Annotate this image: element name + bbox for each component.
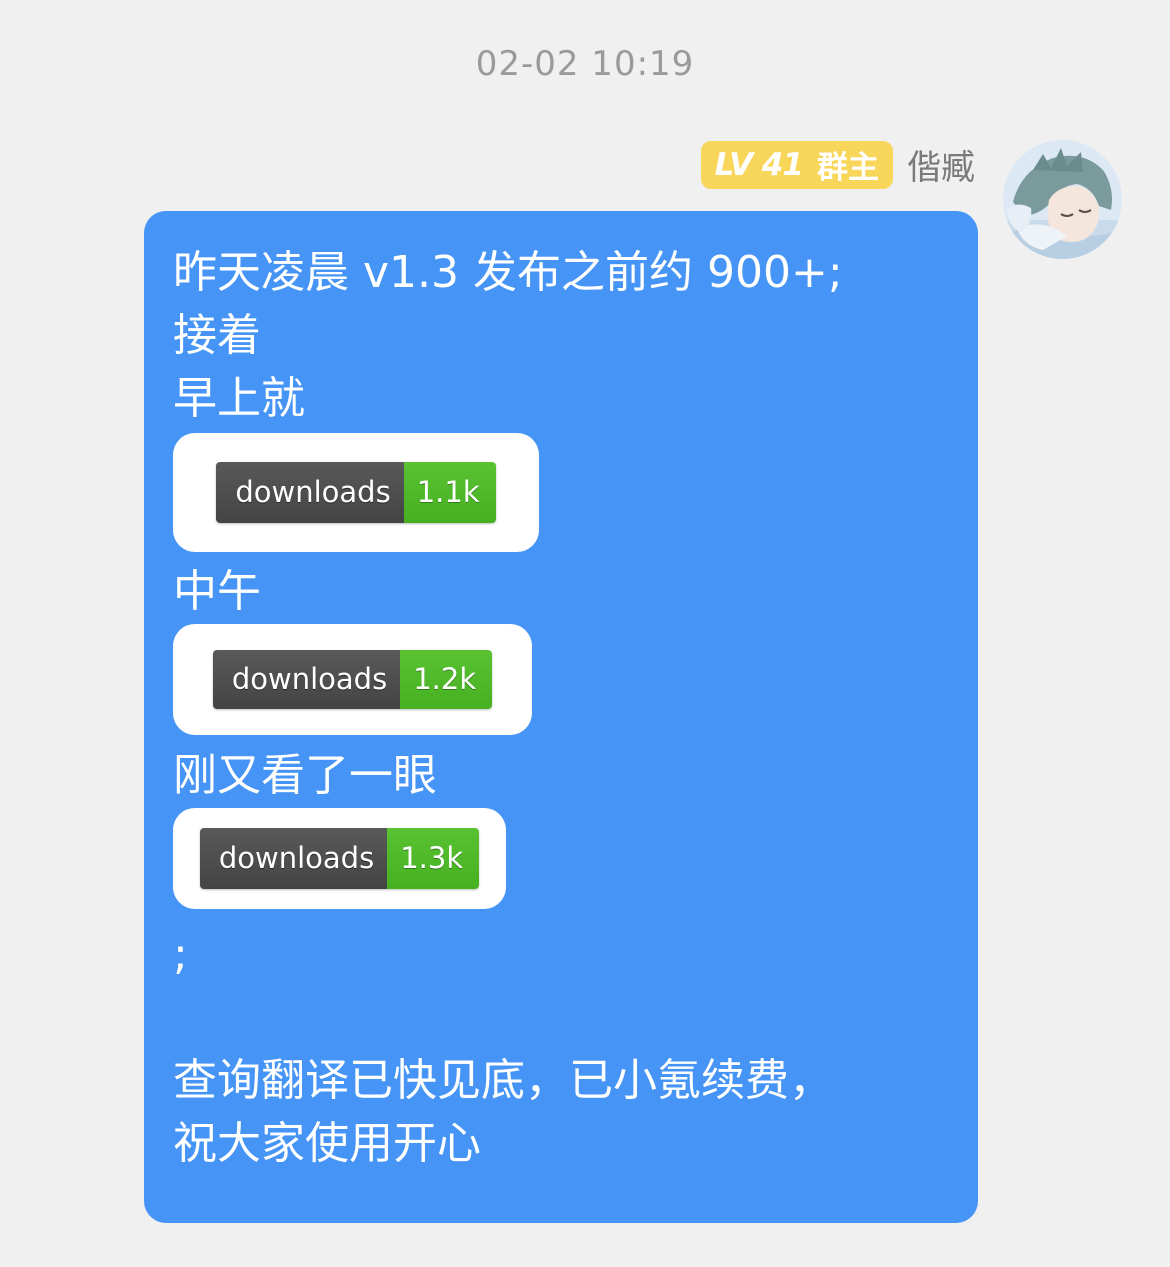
message-line: 中午 (173, 566, 261, 617)
message-bubble[interactable]: 昨天凌晨 v1.3 发布之前约 900+; 接着 早上就 downloads 1… (144, 211, 978, 1223)
downloads-badge-image[interactable]: downloads 1.3k (173, 808, 506, 909)
downloads-badge-image[interactable]: downloads 1.2k (173, 624, 532, 735)
message-line: 查询翻译已快见底，已小氪续费， (173, 1055, 833, 1106)
avatar[interactable] (1003, 140, 1122, 259)
avatar-image (1003, 140, 1122, 259)
level-badge: LV 41 群主 (700, 140, 893, 189)
message-line: 早上就 (173, 373, 305, 424)
downloads-shield: downloads 1.2k (212, 650, 493, 709)
shield-value: 1.3k (387, 828, 480, 889)
message-line: 祝大家使用开心 (173, 1118, 481, 1169)
message-line: 接着 (173, 310, 261, 361)
sender-name[interactable]: 偕臧 (907, 140, 975, 189)
downloads-badge-image[interactable]: downloads 1.1k (173, 433, 539, 552)
downloads-shield: downloads 1.3k (199, 828, 480, 889)
message-line: ; (173, 929, 188, 980)
shield-value: 1.1k (403, 462, 496, 523)
level-label: LV 41 (714, 146, 804, 183)
sender-header: LV 41 群主 偕臧 (700, 140, 975, 189)
message-line: 昨天凌晨 v1.3 发布之前约 900+; (173, 247, 843, 298)
message-timestamp: 02-02 10:19 (475, 44, 695, 84)
shield-label: downloads (216, 462, 404, 523)
shield-label: downloads (212, 650, 401, 709)
role-label: 群主 (817, 150, 879, 186)
shield-value: 1.2k (400, 650, 493, 709)
shield-label: downloads (199, 828, 388, 889)
downloads-shield: downloads 1.1k (216, 462, 496, 523)
message-line: 刚又看了一眼 (173, 750, 437, 801)
